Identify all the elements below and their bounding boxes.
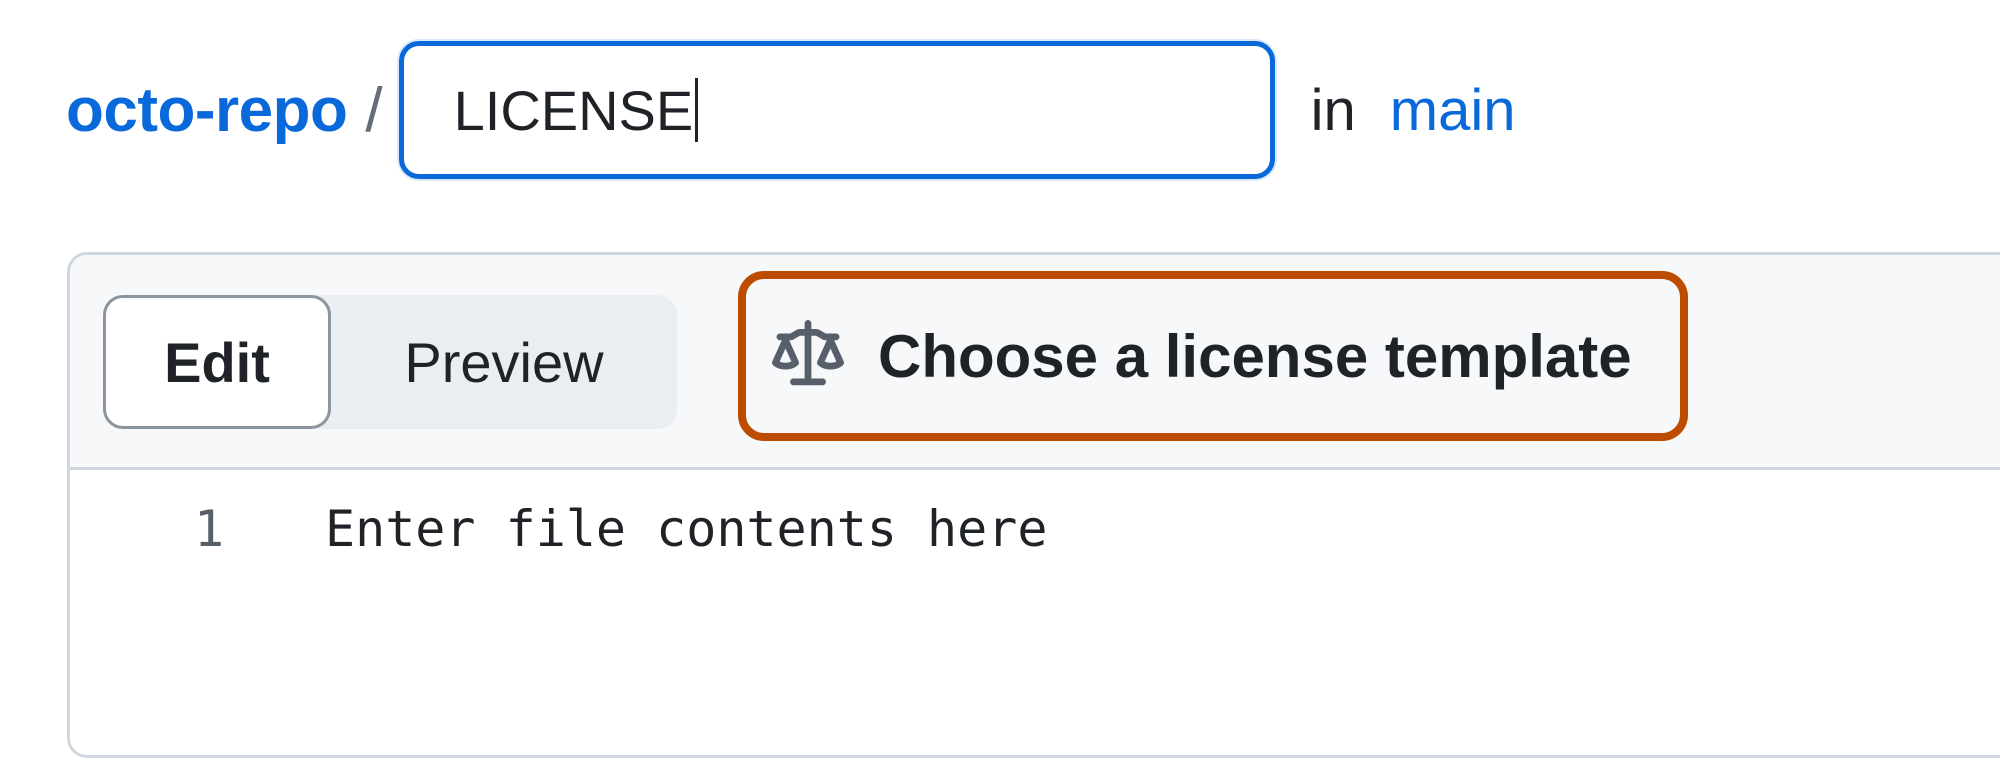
editor-toolbar: Edit Preview Choose a license template bbox=[70, 255, 2000, 470]
file-editor: Edit Preview Choose a license template 1… bbox=[67, 252, 2000, 758]
license-button-label: Choose a license template bbox=[878, 322, 1632, 390]
edit-preview-toggle: Edit Preview bbox=[103, 295, 677, 429]
path-separator: / bbox=[365, 75, 383, 145]
line-number: 1 bbox=[194, 500, 225, 558]
branch-link[interactable]: main bbox=[1390, 77, 1516, 144]
tab-edit[interactable]: Edit bbox=[103, 295, 331, 429]
filename-value: LICENSE bbox=[453, 78, 694, 142]
code-editor-area[interactable]: 1 Enter file contents here bbox=[70, 470, 2000, 755]
choose-license-template-button[interactable]: Choose a license template bbox=[738, 271, 1688, 441]
code-line-placeholder[interactable]: Enter file contents here bbox=[325, 500, 1047, 558]
file-path-breadcrumb: octo-repo / LICENSE in main bbox=[66, 40, 1515, 180]
repo-link[interactable]: octo-repo bbox=[66, 75, 348, 146]
text-caret bbox=[695, 78, 699, 142]
in-label: in bbox=[1310, 77, 1356, 143]
law-scale-icon bbox=[772, 320, 844, 392]
tab-preview[interactable]: Preview bbox=[331, 295, 677, 429]
filename-input[interactable]: LICENSE bbox=[398, 41, 1275, 179]
